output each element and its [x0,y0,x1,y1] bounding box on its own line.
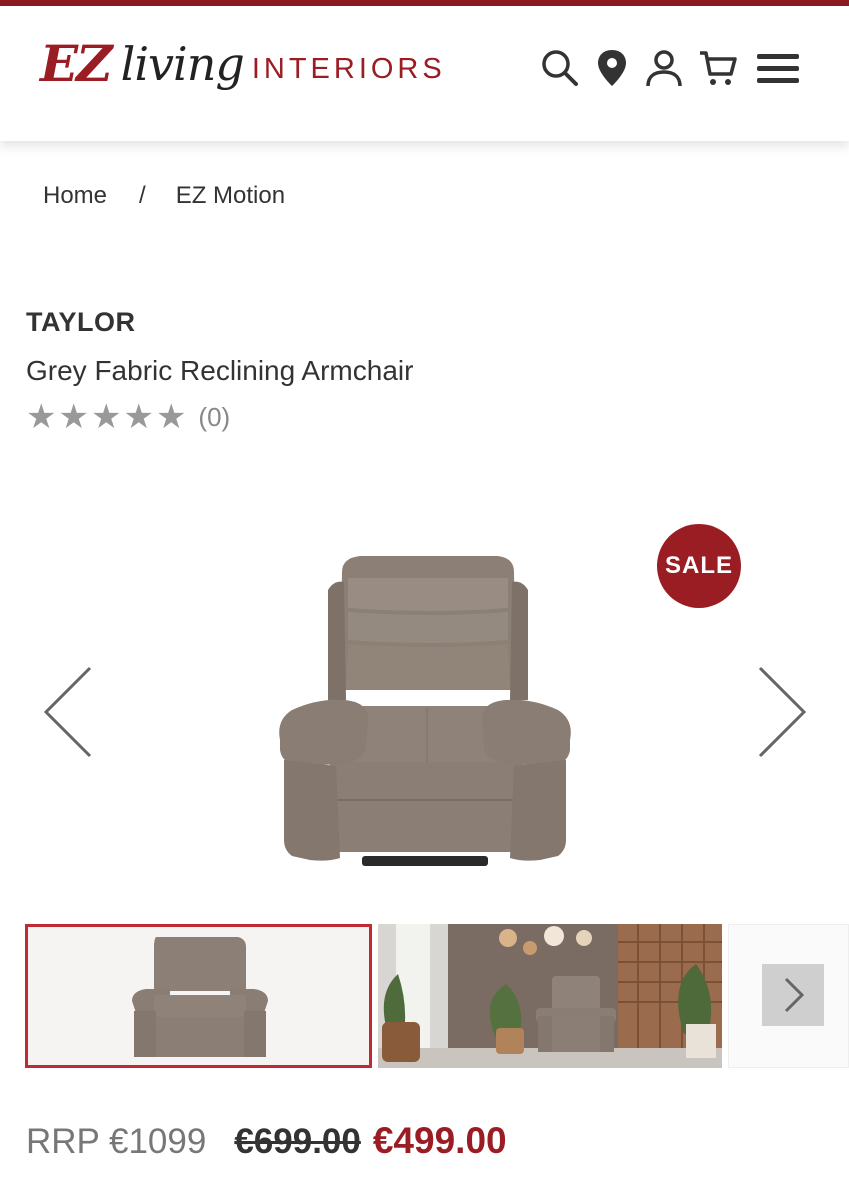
logo-living-text: living [120,37,245,91]
was-price: €699.00 [234,1122,361,1161]
star-icon: ★ [26,398,57,436]
thumbnail-armchair-lifestyle-room[interactable] [378,924,722,1068]
cart-icon[interactable] [694,44,742,92]
breadcrumb-home-link[interactable]: Home [43,182,107,210]
logo-interiors-text: INTERIORS [251,53,446,85]
star-icon: ★ [155,398,187,436]
sale-price: €499.00 [372,1120,507,1161]
thumbnail-next-arrow-icon[interactable] [762,964,824,1026]
logo-ez-text: EZ [40,34,113,93]
breadcrumb-separator: / [139,182,146,209]
account-icon[interactable] [640,44,688,92]
gallery-prev-arrow-icon[interactable] [38,662,98,762]
thumbnail-armchair-front[interactable] [25,924,372,1068]
product-title: Grey Fabric Reclining Armchair [26,355,414,386]
review-count[interactable]: (0) [198,402,230,433]
product-brand: TAYLOR [26,307,136,337]
star-icon: ★ [90,398,122,436]
star-icon: ★ [123,398,154,436]
ez-living-logo[interactable]: EZ living INTERIORS [40,36,446,116]
star-icon: ★ [58,398,89,436]
menu-icon[interactable] [754,44,802,92]
search-icon[interactable] [536,44,584,92]
site-header: EZ living INTERIORS [0,6,849,141]
breadcrumb-category-link[interactable]: EZ Motion [176,182,285,210]
location-pin-icon[interactable] [588,44,636,92]
price-row: RRP €1099 €699.00 €499.00 [26,1120,507,1162]
product-rating[interactable]: ★ ★ ★ ★ ★ (0) [26,400,230,434]
sale-badge: SALE [657,524,741,608]
product-image-gallery: SALE [0,500,849,900]
rrp-price: RRP €1099 [26,1122,207,1161]
breadcrumb: Home / EZ Motion [43,182,285,210]
header-icon-bar [536,44,802,92]
thumbnail-strip [25,924,849,1068]
star-rating: ★ ★ ★ ★ ★ [26,400,186,434]
product-main-image[interactable] [270,550,580,875]
gallery-next-arrow-icon[interactable] [752,662,812,762]
